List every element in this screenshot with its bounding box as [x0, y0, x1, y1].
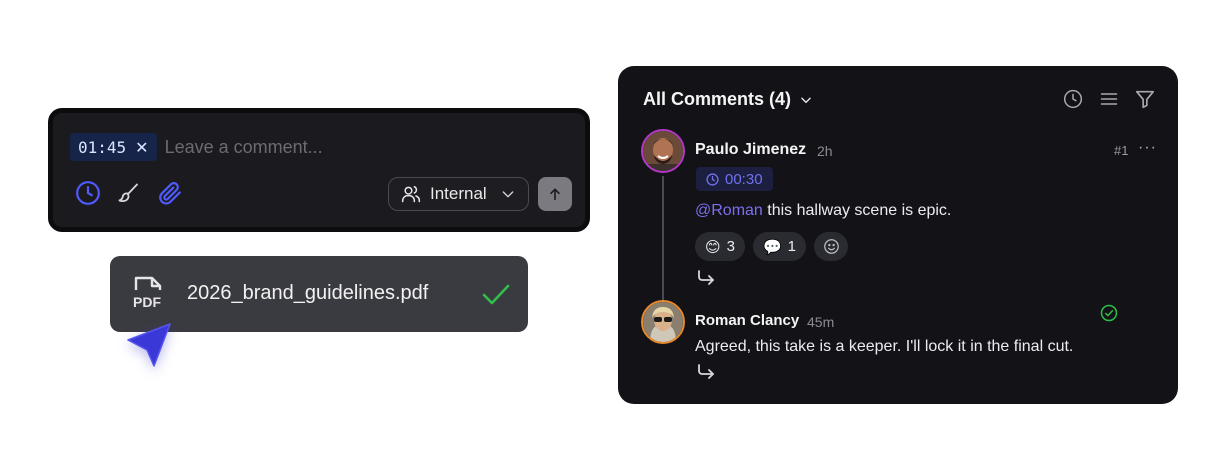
filter-icon: [1135, 90, 1155, 109]
check-icon: [482, 284, 510, 305]
thread-line: [662, 176, 664, 300]
pdf-file-icon: PDF: [130, 274, 166, 319]
comment-body: Agreed, this take is a keeper. I'll lock…: [695, 338, 1074, 355]
list-icon: [1100, 93, 1118, 105]
comment-number: #1: [1114, 143, 1129, 158]
paperclip-icon: [159, 182, 181, 205]
comment-author: Roman Clancy: [695, 312, 800, 329]
attach-button[interactable]: [157, 180, 183, 206]
composer-input-row: 01:45 ✕: [70, 133, 465, 161]
speech-bubble-icon: 💬: [762, 238, 782, 256]
draw-button[interactable]: [116, 180, 142, 206]
reaction-smile[interactable]: 😊 3: [695, 232, 745, 261]
reaction-speech[interactable]: 💬 1: [752, 232, 807, 261]
clock-icon: [1063, 89, 1083, 109]
pdf-label: PDF: [133, 294, 161, 310]
comment-timestamp: 00:30: [725, 170, 763, 188]
clock-icon: [706, 172, 719, 186]
timestamp-chip[interactable]: 01:45 ✕: [70, 133, 157, 161]
avatar[interactable]: [641, 300, 685, 344]
smiley-add-icon: [823, 239, 839, 254]
chevron-down-icon: [502, 191, 514, 198]
chevron-down-icon: [801, 97, 811, 103]
comments-panel: All Comments (4) Paulo Jimenez 2h #1 ···…: [618, 66, 1178, 404]
arrow-up-icon: [550, 188, 560, 201]
comment-timestamp-link[interactable]: 00:30: [696, 167, 773, 191]
comment-time: 2h: [817, 143, 833, 159]
smile-emoji-icon: 😊: [705, 238, 721, 256]
more-options-button[interactable]: ···: [1138, 139, 1157, 157]
visibility-dropdown[interactable]: Internal: [388, 177, 529, 211]
brush-icon: [118, 183, 138, 203]
add-reaction-button[interactable]: [814, 232, 849, 261]
comment-composer: 01:45 ✕ Internal: [48, 108, 590, 232]
visibility-label: Internal: [430, 184, 487, 203]
panel-actions: [1062, 88, 1156, 110]
comment-input[interactable]: [164, 136, 465, 158]
timestamp-value: 01:45: [78, 137, 127, 157]
pointer-cursor-icon: [127, 323, 171, 367]
list-view-button[interactable]: [1098, 88, 1120, 110]
reaction-count: 3: [726, 238, 735, 255]
clear-timestamp-button[interactable]: ✕: [135, 138, 148, 157]
file-name: 2026_brand_guidelines.pdf: [187, 282, 429, 304]
clock-icon: [76, 181, 100, 205]
filter-button[interactable]: [1134, 88, 1156, 110]
reply-arrow-icon[interactable]: [697, 363, 715, 379]
sort-by-time-button[interactable]: [1062, 88, 1084, 110]
composer-toolbar: [75, 180, 183, 206]
users-icon: [401, 186, 421, 203]
reply-arrow-icon[interactable]: [697, 269, 715, 285]
avatar[interactable]: [641, 129, 685, 173]
comment-body: @Roman this hallway scene is epic.: [695, 202, 951, 220]
comment-text: this hallway scene is epic.: [762, 202, 952, 219]
timestamp-button[interactable]: [75, 180, 101, 206]
reactions-bar: 😊 3 💬 1: [695, 232, 849, 261]
comment-author: Paulo Jimenez: [695, 141, 807, 158]
panel-title: All Comments (4): [643, 89, 792, 109]
reaction-count: 1: [787, 238, 797, 255]
resolved-check-icon[interactable]: [1100, 304, 1118, 322]
send-button[interactable]: [538, 177, 572, 211]
comments-filter-dropdown[interactable]: All Comments (4): [643, 89, 813, 110]
user-mention[interactable]: @Roman: [695, 202, 763, 219]
comment-time: 45m: [807, 314, 835, 330]
